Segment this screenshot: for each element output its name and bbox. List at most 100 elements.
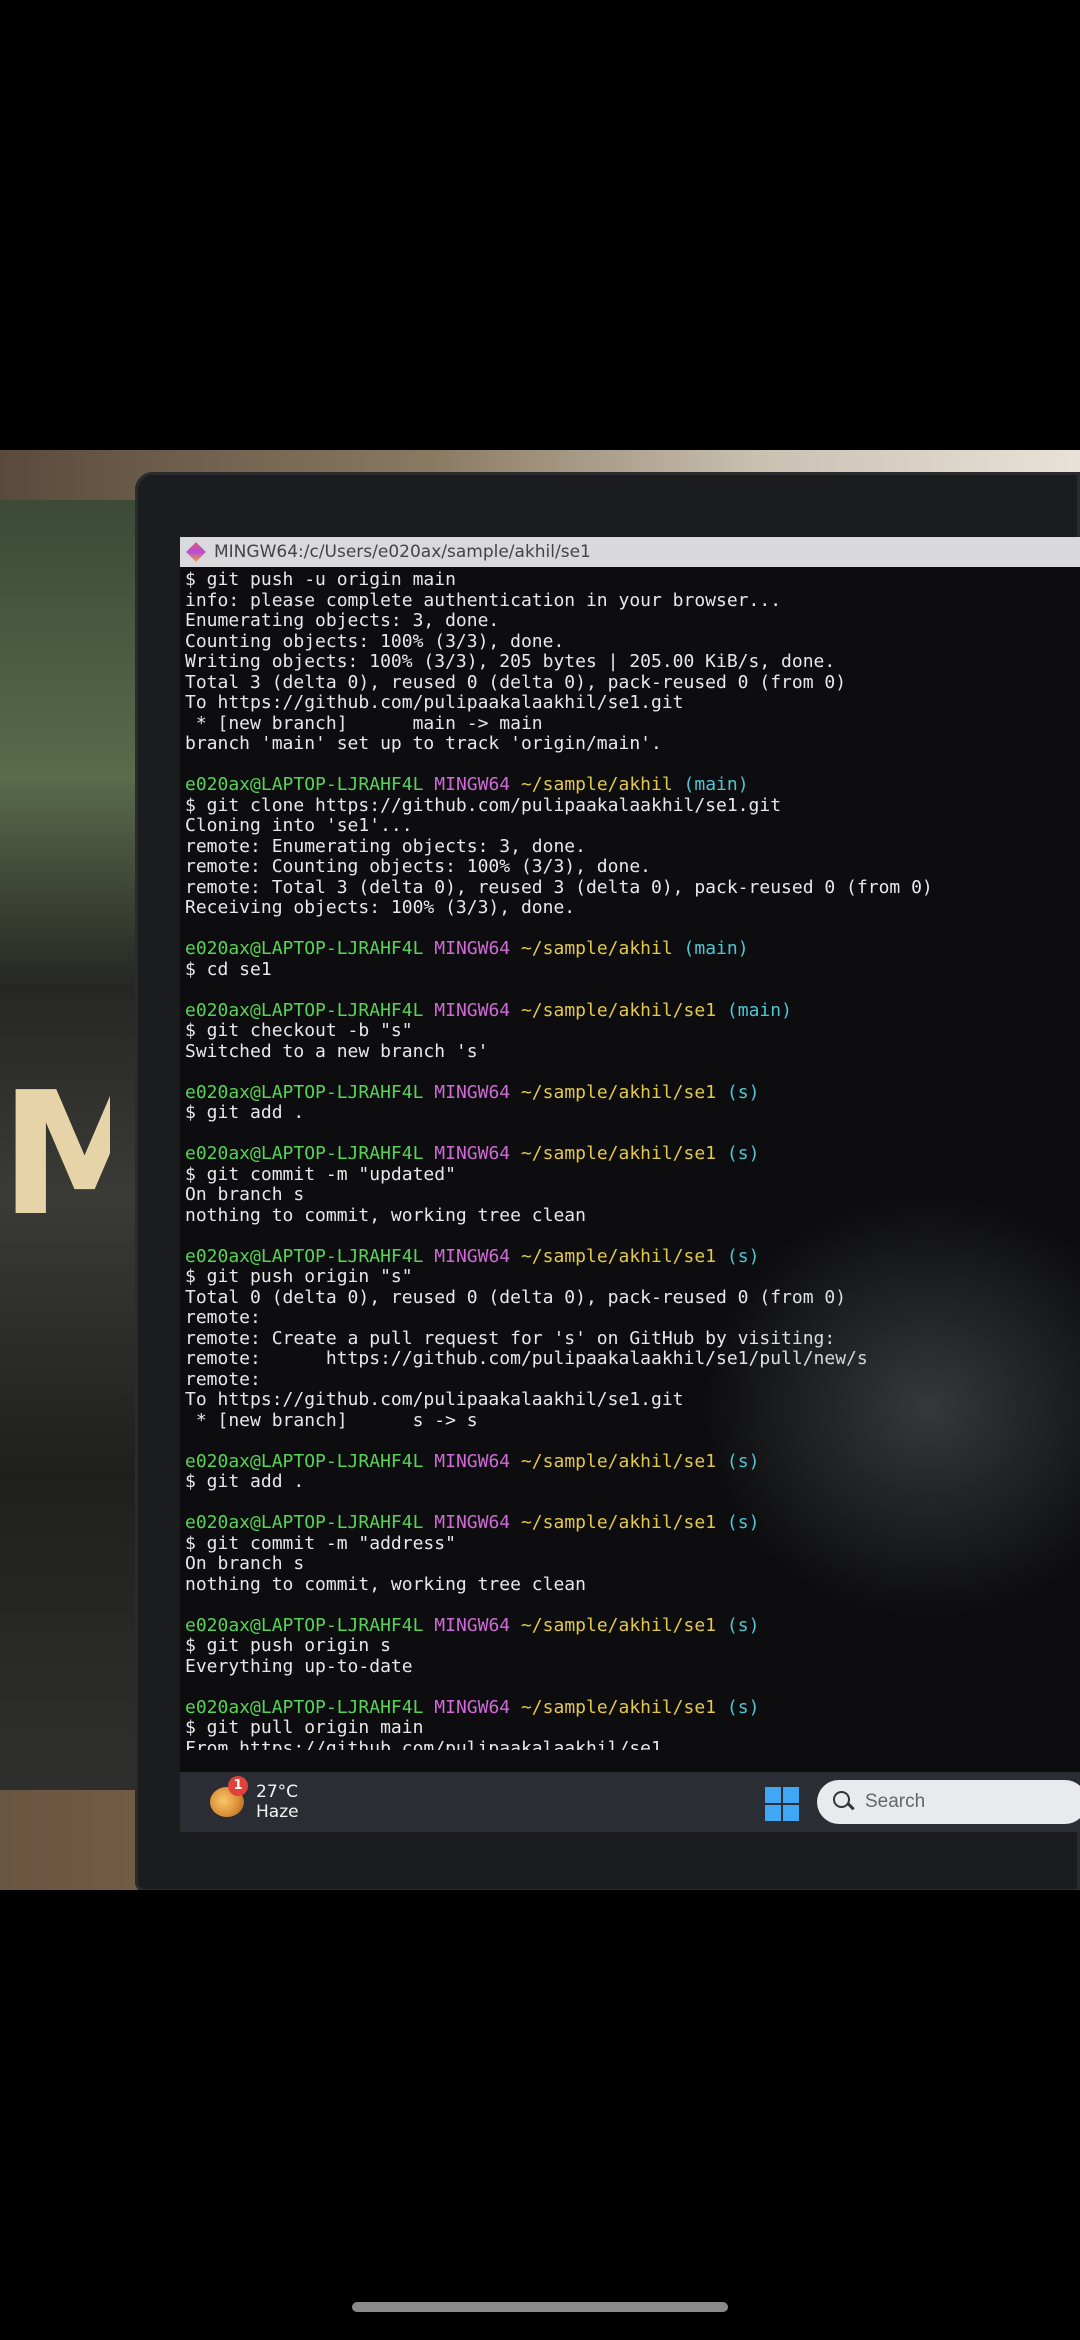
terminal-output-line: $ git add . (185, 1102, 305, 1123)
home-indicator[interactable] (352, 2302, 728, 2312)
terminal-output-line: $ cd se1 (185, 958, 272, 980)
terminal-output-line: remote: Enumerating objects: 3, done. (185, 835, 586, 857)
prompt-shell: MINGW64 (434, 1081, 511, 1103)
prompt-shell: MINGW64 (434, 1696, 511, 1718)
search-placeholder: Search (865, 1791, 926, 1812)
prompt-shell: MINGW64 (434, 1143, 511, 1164)
prompt-branch: (s) (726, 1614, 760, 1636)
terminal-prompt-line: e020ax@LAPTOP-LJRAHF4L MINGW64 ~/sample/… (185, 1143, 1075, 1165)
weather-temperature: 27°C (256, 1782, 299, 1802)
terminal-output-line: info: please complete authentication in … (185, 589, 782, 611)
windows-logo-pane (783, 1787, 799, 1803)
terminal-output-line: $ git add . (185, 1471, 305, 1492)
prompt-user-host: e020ax@LAPTOP-LJRAHF4L (185, 938, 424, 959)
terminal-output-line: Counting objects: 100% (3/3), done. (185, 630, 565, 652)
search-icon (833, 1791, 855, 1813)
terminal-output-line: $ git commit -m "address" (185, 1532, 456, 1554)
prompt-user-host: e020ax@LAPTOP-LJRAHF4L (185, 999, 424, 1021)
terminal-output-line: $ git push -u origin main (185, 570, 456, 590)
weather-widget[interactable]: 1 27°C Haze (210, 1776, 299, 1822)
prompt-path: ~/sample/akhil/se1 (520, 999, 717, 1021)
prompt-user-host: e020ax@LAPTOP-LJRAHF4L (185, 1450, 424, 1472)
prompt-path: ~/sample/akhil (520, 938, 673, 959)
taskbar-search-box[interactable]: Search (817, 1780, 1080, 1824)
terminal-prompt-line: e020ax@LAPTOP-LJRAHF4L MINGW64 ~/sample/… (185, 774, 1075, 796)
prompt-user-host: e020ax@LAPTOP-LJRAHF4L (185, 1512, 424, 1533)
prompt-branch: (main) (683, 774, 749, 795)
prompt-path: ~/sample/akhil/se1 (520, 1143, 717, 1164)
terminal-titlebar[interactable]: MINGW64:/c/Users/e020ax/sample/akhil/se1 (180, 537, 1080, 567)
terminal-prompt-line: e020ax@LAPTOP-LJRAHF4L MINGW64 ~/sample/… (185, 1614, 1075, 1637)
terminal-prompt-line: e020ax@LAPTOP-LJRAHF4L MINGW64 ~/sample/… (185, 1512, 1075, 1534)
prompt-branch: (s) (726, 1450, 760, 1472)
terminal-output-line: * [new branch] s -> s (185, 1409, 478, 1431)
prompt-branch: (s) (726, 1143, 760, 1164)
terminal-output-line: $ git push origin "s" (185, 1266, 413, 1287)
prompt-user-host: e020ax@LAPTOP-LJRAHF4L (185, 1696, 424, 1718)
terminal-prompt-line: e020ax@LAPTOP-LJRAHF4L MINGW64 ~/sample/… (185, 999, 1075, 1022)
laptop-screen: MINGW64:/c/Users/e020ax/sample/akhil/se1… (180, 537, 1080, 1832)
windows-logo-pane (765, 1787, 781, 1803)
terminal-output-line: Cloning into 'se1'... (185, 815, 413, 836)
prompt-path: ~/sample/akhil/se1 (520, 1512, 717, 1533)
terminal-output-line: remote: Total 3 (delta 0), reused 3 (del… (185, 876, 933, 898)
phone-screenshot: M MINGW64:/c/Users/e020ax/sample/akhil/s… (0, 0, 1080, 2340)
background-bag: M (0, 500, 150, 1890)
terminal-output-line: To https://github.com/pulipaakalaakhil/s… (185, 1389, 684, 1410)
terminal-prompt-line: e020ax@LAPTOP-LJRAHF4L MINGW64 ~/sample/… (185, 1696, 1075, 1719)
prompt-user-host: e020ax@LAPTOP-LJRAHF4L (185, 1081, 424, 1103)
prompt-user-host: e020ax@LAPTOP-LJRAHF4L (185, 1143, 424, 1164)
prompt-branch: (s) (726, 1696, 760, 1718)
window-title: MINGW64:/c/Users/e020ax/sample/akhil/se1 (214, 542, 591, 562)
prompt-branch: (main) (683, 938, 749, 959)
terminal-output-line: Total 0 (delta 0), reused 0 (delta 0), p… (185, 1286, 847, 1308)
terminal-prompt-line: e020ax@LAPTOP-LJRAHF4L MINGW64 ~/sample/… (185, 1450, 1075, 1473)
terminal-output-line: From https://github.com/pulipaakalaakhil… (185, 1737, 662, 1750)
prompt-user-host: e020ax@LAPTOP-LJRAHF4L (185, 1614, 424, 1636)
terminal-output-line: On branch s (185, 1184, 305, 1205)
prompt-branch: (s) (726, 1512, 760, 1533)
terminal-output-line: Everything up-to-date (185, 1655, 413, 1677)
windows-start-icon[interactable] (765, 1787, 799, 1821)
terminal-output-line: On branch s (185, 1553, 305, 1574)
terminal-output-line: $ git pull origin main (185, 1717, 424, 1738)
prompt-shell: MINGW64 (434, 1614, 511, 1636)
terminal-output-line: nothing to commit, working tree clean (185, 1204, 586, 1226)
terminal-output-line: Enumerating objects: 3, done. (185, 610, 500, 631)
terminal-output-line: Total 3 (delta 0), reused 0 (delta 0), p… (185, 671, 847, 693)
prompt-path: ~/sample/akhil/se1 (520, 1450, 717, 1472)
laptop-bezel: MINGW64:/c/Users/e020ax/sample/akhil/se1… (135, 472, 1080, 1890)
prompt-shell: MINGW64 (434, 999, 511, 1021)
prompt-path: ~/sample/akhil/se1 (520, 1614, 717, 1636)
prompt-user-host: e020ax@LAPTOP-LJRAHF4L (185, 774, 424, 795)
terminal-prompt-line: e020ax@LAPTOP-LJRAHF4L MINGW64 ~/sample/… (185, 1245, 1075, 1268)
terminal-output-line: remote: (185, 1368, 261, 1390)
terminal-output[interactable]: $ git push -u origin main info: please co… (185, 570, 1075, 1750)
laptop-photo: M MINGW64:/c/Users/e020ax/sample/akhil/s… (0, 450, 1080, 1890)
prompt-shell: MINGW64 (434, 774, 511, 795)
terminal-output-line: branch 'main' set up to track 'origin/ma… (185, 733, 662, 754)
prompt-branch: (main) (726, 999, 792, 1021)
terminal-output-line: Switched to a new branch 's' (185, 1040, 489, 1062)
terminal-prompt-line: e020ax@LAPTOP-LJRAHF4L MINGW64 ~/sample/… (185, 938, 1075, 960)
weather-text: 27°C Haze (256, 1782, 299, 1822)
windows-logo-pane (765, 1805, 781, 1821)
prompt-path: ~/sample/akhil/se1 (520, 1081, 717, 1103)
prompt-shell: MINGW64 (434, 938, 511, 959)
prompt-shell: MINGW64 (434, 1245, 511, 1267)
weather-description: Haze (256, 1802, 299, 1822)
bag-logo-letter: M (0, 1060, 110, 1250)
notification-badge: 1 (228, 1776, 248, 1796)
terminal-output-line: To https://github.com/pulipaakalaakhil/s… (185, 692, 684, 713)
terminal-output-line: $ git checkout -b "s" (185, 1020, 413, 1041)
terminal-output-line: Writing objects: 100% (3/3), 205 bytes |… (185, 651, 836, 672)
